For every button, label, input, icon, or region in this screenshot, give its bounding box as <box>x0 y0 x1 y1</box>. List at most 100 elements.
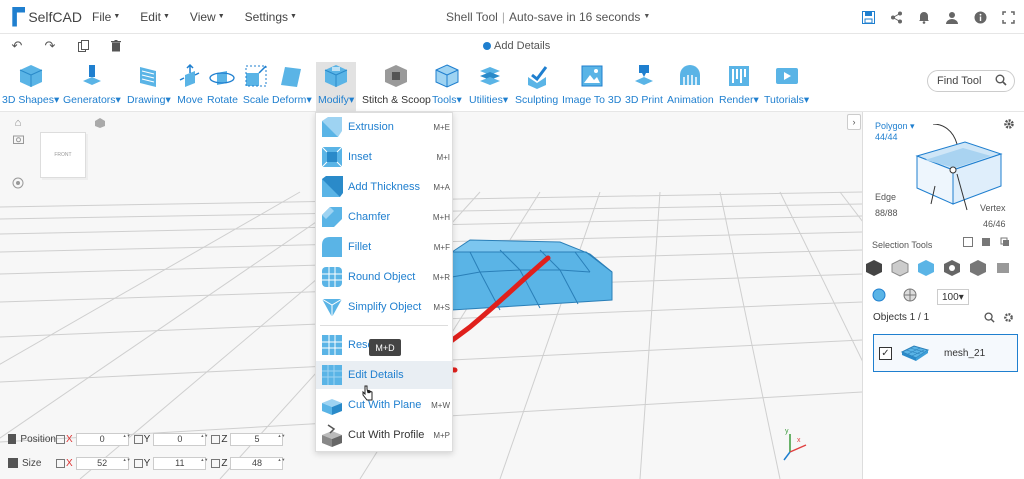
lock-x-checkbox[interactable] <box>56 434 65 444</box>
tool-drawing[interactable]: Drawing▾ <box>127 62 171 106</box>
lock-y-checkbox[interactable] <box>133 458 143 468</box>
menu-item-add-thickness[interactable]: Add Thickness M+A <box>316 173 452 201</box>
size-x-field[interactable]: X 52 <box>56 456 129 470</box>
menu-file[interactable]: File ▼ <box>92 10 120 24</box>
lock-z-checkbox[interactable] <box>211 458 221 468</box>
position-x-input[interactable]: 0 <box>75 432 129 446</box>
select-paint-icon[interactable] <box>994 258 1014 278</box>
fullscreen-icon[interactable] <box>1000 9 1016 25</box>
user-icon[interactable] <box>944 9 960 25</box>
copy-icon[interactable] <box>76 39 90 53</box>
tool-rotate[interactable]: Rotate <box>207 62 238 106</box>
select-edge-icon[interactable] <box>942 258 962 278</box>
tool-tools[interactable]: Tools▾ <box>432 62 462 106</box>
objects-settings-icon[interactable] <box>1003 312 1014 326</box>
size-y-input[interactable]: 11 <box>153 456 207 470</box>
brush-sphere-icon[interactable] <box>903 288 917 305</box>
object-list-item[interactable]: ✓ mesh_21 <box>873 334 1018 372</box>
tool-utilities[interactable]: Utilities▾ <box>469 62 508 106</box>
select-all-icon[interactable] <box>981 236 991 250</box>
object-visibility-checkbox[interactable]: ✓ <box>879 346 892 360</box>
tool-move[interactable]: Move <box>176 62 204 106</box>
notifications-icon[interactable] <box>916 9 932 25</box>
lock-x-checkbox[interactable] <box>56 458 65 468</box>
selection-mode-cube[interactable] <box>913 124 1005 212</box>
menu-item-fillet[interactable]: Fillet M+F <box>316 233 452 261</box>
undo-icon[interactable]: ↶ <box>10 38 24 53</box>
brush-size-select[interactable]: 100 ▾ <box>937 289 969 305</box>
position-y-field[interactable]: Y0 <box>133 432 207 446</box>
animation-icon <box>676 62 704 90</box>
title-separator: | <box>501 10 505 24</box>
position-z-input[interactable]: 5 <box>230 432 284 446</box>
select-polygon-icon[interactable] <box>890 258 910 278</box>
home-icon[interactable]: ⌂ <box>11 116 25 130</box>
menu-edit[interactable]: Edit ▼ <box>140 10 170 24</box>
polygon-mode-select[interactable]: Polygon ▾ <box>875 121 915 132</box>
stitch-scoop-icon <box>382 62 410 90</box>
lock-y-checkbox[interactable] <box>133 434 143 444</box>
tool-generators[interactable]: Generators▾ <box>63 62 121 106</box>
menu-item-simplify-object[interactable]: Simplify Object M+S <box>316 293 452 321</box>
tool-scale[interactable]: Scale <box>242 62 270 106</box>
top-bar: SelfCAD File ▼ Edit ▼ View ▼ Settings ▼ Shel… <box>0 0 1024 34</box>
menu-item-edit-details[interactable]: Edit Details <box>316 361 452 389</box>
menu-item-extrusion[interactable]: Extrusion M+E <box>316 113 452 141</box>
select-object-icon[interactable] <box>864 258 884 278</box>
delete-icon[interactable] <box>109 39 123 53</box>
selection-tools-row <box>864 258 1020 278</box>
cut-with-profile-icon <box>322 424 342 447</box>
tool-deform[interactable]: Deform▾ <box>272 62 312 106</box>
select-region-icon[interactable] <box>963 236 973 250</box>
menu-item-inset[interactable]: Inset M+I <box>316 143 452 171</box>
menu-view[interactable]: View ▼ <box>190 10 225 24</box>
modify-dropdown: Extrusion M+E Inset M+I Add Thickness M+… <box>315 112 453 452</box>
menu-item-cut-with-plane[interactable]: Cut With Plane M+W <box>316 391 452 419</box>
save-icon[interactable] <box>860 9 876 25</box>
menu-settings[interactable]: Settings ▼ <box>245 10 297 24</box>
tool-image-to-3d[interactable]: Image To 3D <box>562 62 621 106</box>
tool-render[interactable]: Render▾ <box>719 62 759 106</box>
tool-3d-shapes[interactable]: 3D Shapes▾ <box>2 62 59 106</box>
tool-3d-print[interactable]: 3D Print <box>625 62 663 106</box>
tool-animation[interactable]: Animation <box>667 62 714 106</box>
copy-selection-icon[interactable] <box>1000 236 1010 250</box>
orbit-icon[interactable] <box>11 176 25 190</box>
selfcad-logo[interactable]: SelfCAD <box>10 6 82 27</box>
menu-item-cut-with-profile[interactable]: Cut With Profile M+P <box>316 421 452 449</box>
size-y-field[interactable]: Y 11 <box>133 456 207 470</box>
simplify-object-shortcut: M+S <box>433 302 450 312</box>
navigation-cube[interactable]: FRONT <box>40 132 86 178</box>
axis-z-label: Z <box>221 457 228 469</box>
position-label-group: Position <box>0 434 56 445</box>
search-objects-icon[interactable] <box>984 312 995 326</box>
cube-icon <box>17 62 45 90</box>
size-x-input[interactable]: 52 <box>75 456 129 470</box>
redo-icon[interactable]: ↷ <box>43 38 57 53</box>
select-vertex-icon[interactable] <box>968 258 988 278</box>
menu-item-chamfer[interactable]: Chamfer M+H <box>316 203 452 231</box>
lock-z-checkbox[interactable] <box>211 434 221 444</box>
position-z-field[interactable]: Z5 <box>211 432 284 446</box>
menu-file-label: File <box>92 9 112 24</box>
menu-item-round-object[interactable]: Round Object M+R <box>316 263 452 291</box>
find-tool-input[interactable]: Find Tool <box>927 70 1015 92</box>
project-title[interactable]: Shell Tool | Auto-save in 16 seconds ▼ <box>446 10 650 24</box>
info-icon[interactable] <box>972 9 988 25</box>
brush-size-value: 100 <box>942 291 959 303</box>
size-z-input[interactable]: 48 <box>230 456 284 470</box>
collapse-panel-button[interactable]: › <box>847 114 861 130</box>
share-icon[interactable] <box>888 9 904 25</box>
select-face-icon[interactable] <box>916 258 936 278</box>
tool-tutorials[interactable]: Tutorials▾ <box>764 62 809 106</box>
tool-stitch-scoop[interactable]: Stitch & Scoop <box>362 62 431 106</box>
size-z-field[interactable]: Z 48 <box>211 456 284 470</box>
brush-round-icon[interactable] <box>872 288 886 305</box>
axis-y-label: Y <box>143 433 151 445</box>
tool-sculpting[interactable]: Sculpting <box>515 62 558 106</box>
perspective-icon[interactable] <box>93 116 107 130</box>
tool-modify[interactable]: Modify▾ <box>316 62 357 112</box>
position-y-input[interactable]: 0 <box>153 432 207 446</box>
camera-icon[interactable] <box>11 132 25 146</box>
position-x-field[interactable]: X0 <box>56 432 129 446</box>
